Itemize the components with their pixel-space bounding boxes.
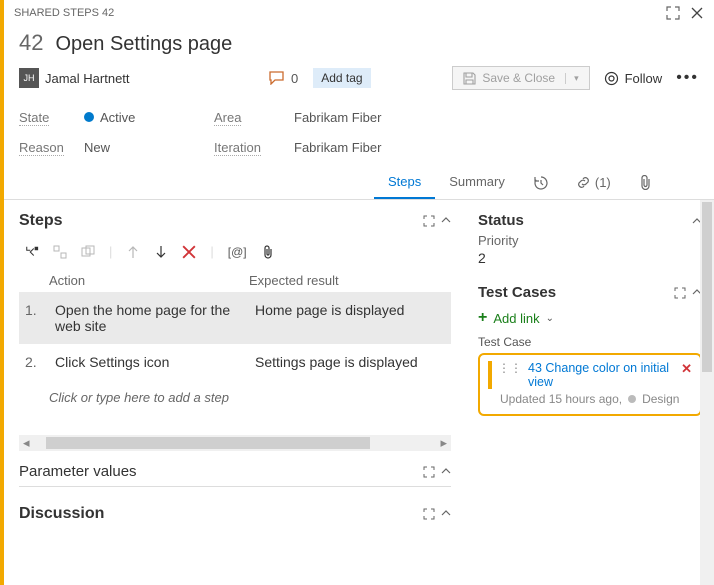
horizontal-scrollbar[interactable]: ◂▸ bbox=[19, 435, 451, 451]
assignee-name: Jamal Hartnett bbox=[45, 71, 130, 86]
tab-steps[interactable]: Steps bbox=[374, 166, 435, 199]
add-tag-button[interactable]: Add tag bbox=[313, 68, 370, 88]
steps-heading: Steps bbox=[19, 212, 63, 230]
work-item-color-bar bbox=[488, 361, 492, 389]
step-row[interactable]: 1. Open the home page for the web site H… bbox=[19, 292, 451, 344]
test-case-state: Design bbox=[642, 392, 679, 406]
follow-icon bbox=[604, 71, 619, 86]
linked-test-case-card[interactable]: ⋮⋮ 43 Change color on initial view ✕ Upd… bbox=[478, 353, 702, 416]
state-label: State bbox=[19, 110, 49, 126]
test-case-link[interactable]: 43 Change color on initial view bbox=[528, 361, 675, 389]
tab-attachments[interactable] bbox=[625, 166, 666, 199]
reason-value[interactable]: New bbox=[84, 140, 214, 156]
insert-step-icon[interactable] bbox=[25, 245, 39, 259]
move-down-icon[interactable] bbox=[154, 245, 168, 259]
remove-link-icon[interactable]: ✕ bbox=[681, 361, 692, 377]
state-value[interactable]: Active bbox=[84, 110, 214, 126]
work-item-id: 42 bbox=[19, 30, 43, 56]
test-case-label: Test Case bbox=[478, 335, 702, 349]
expand-icon[interactable] bbox=[423, 508, 435, 520]
close-icon[interactable] bbox=[690, 6, 704, 20]
drag-handle-icon[interactable]: ⋮⋮ bbox=[498, 361, 522, 375]
add-step-placeholder[interactable]: Click or type here to add a step bbox=[19, 380, 451, 415]
insert-shared-step-icon[interactable] bbox=[53, 245, 67, 259]
comments-count[interactable]: 0 bbox=[269, 71, 298, 86]
step-row[interactable]: 2. Click Settings icon Settings page is … bbox=[19, 344, 451, 380]
save-icon bbox=[463, 72, 476, 85]
priority-value[interactable]: 2 bbox=[478, 250, 702, 266]
tab-history[interactable] bbox=[519, 166, 562, 199]
tab-links[interactable]: (1) bbox=[562, 166, 625, 199]
expand-icon[interactable] bbox=[674, 287, 686, 299]
state-dot-icon bbox=[628, 395, 636, 403]
priority-label: Priority bbox=[478, 233, 702, 248]
col-action: Action bbox=[49, 273, 249, 288]
area-value[interactable]: Fabrikam Fiber bbox=[294, 110, 494, 126]
work-item-title[interactable]: Open Settings page bbox=[55, 33, 232, 56]
discussion-heading: Discussion bbox=[19, 505, 104, 523]
delete-step-icon[interactable] bbox=[182, 245, 196, 259]
reason-label: Reason bbox=[19, 140, 64, 156]
chevron-down-icon: ⌄ bbox=[546, 313, 554, 324]
create-shared-steps-icon[interactable] bbox=[81, 245, 95, 259]
state-dot-icon bbox=[84, 112, 94, 122]
avatar: JH bbox=[19, 68, 39, 88]
steps-toolbar: | | [@] bbox=[19, 240, 451, 269]
work-item-type-label: SHARED STEPS 42 bbox=[14, 7, 114, 19]
fullscreen-icon[interactable] bbox=[666, 6, 680, 20]
area-label: Area bbox=[214, 110, 241, 126]
chevron-down-icon[interactable]: ▾ bbox=[565, 73, 579, 84]
expand-icon[interactable] bbox=[423, 215, 435, 227]
status-heading: Status bbox=[478, 212, 524, 229]
expand-icon[interactable] bbox=[423, 466, 435, 478]
comment-icon bbox=[269, 71, 285, 85]
parameter-values-heading: Parameter values bbox=[19, 463, 137, 480]
collapse-icon[interactable] bbox=[441, 466, 451, 478]
follow-button[interactable]: Follow bbox=[604, 71, 663, 86]
tab-bar: Steps Summary (1) bbox=[4, 166, 714, 200]
save-close-button[interactable]: Save & Close ▾ bbox=[452, 66, 589, 90]
col-expected: Expected result bbox=[249, 273, 451, 288]
add-link-button[interactable]: + Add link ⌄ bbox=[478, 309, 702, 327]
assignee-field[interactable]: JH Jamal Hartnett bbox=[19, 68, 254, 88]
test-case-updated: Updated 15 hours ago, bbox=[500, 392, 622, 406]
insert-param-icon[interactable]: [@] bbox=[228, 245, 247, 259]
tab-summary[interactable]: Summary bbox=[435, 166, 519, 199]
vertical-scrollbar[interactable] bbox=[700, 200, 714, 585]
iteration-value[interactable]: Fabrikam Fiber bbox=[294, 140, 494, 156]
move-up-icon[interactable] bbox=[126, 245, 140, 259]
attach-icon[interactable] bbox=[261, 245, 275, 259]
test-cases-heading: Test Cases bbox=[478, 284, 556, 301]
plus-icon: + bbox=[478, 309, 487, 327]
iteration-label: Iteration bbox=[214, 140, 261, 156]
collapse-icon[interactable] bbox=[441, 215, 451, 227]
collapse-icon[interactable] bbox=[441, 508, 451, 520]
more-actions-icon[interactable]: ••• bbox=[676, 69, 699, 87]
